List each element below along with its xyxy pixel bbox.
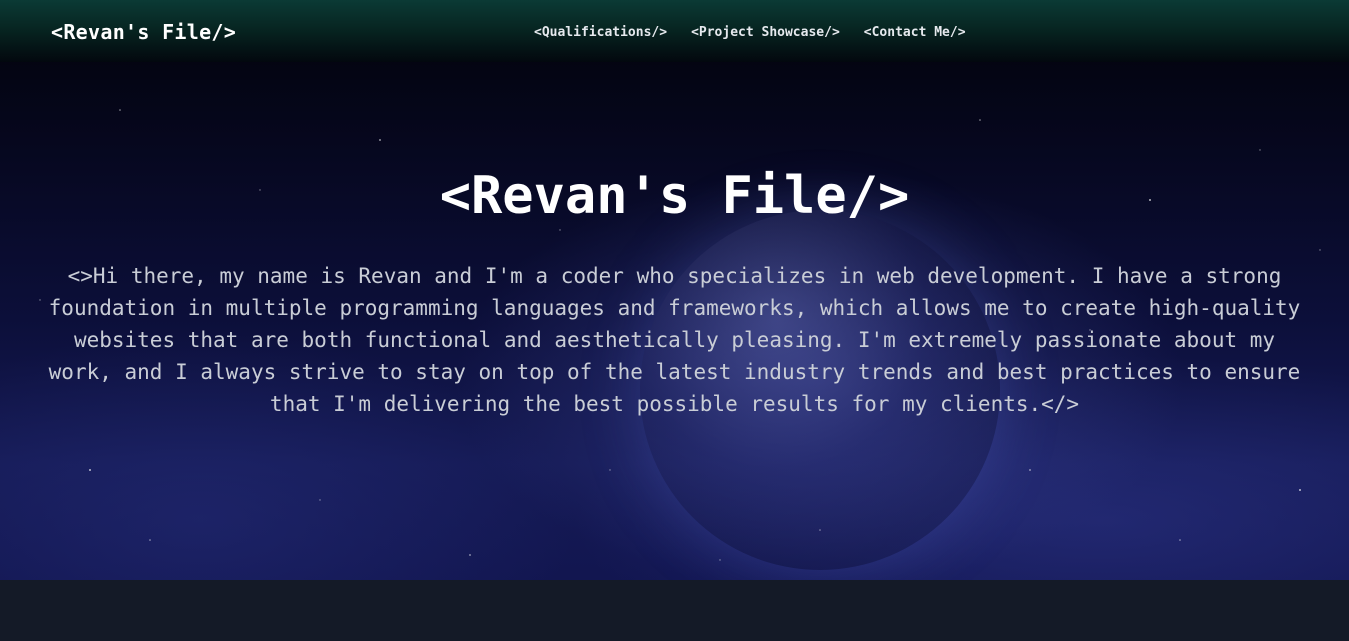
footer-band [0,580,1349,641]
page: <Revan's File/> <Qualifications/> <Proje… [0,0,1349,641]
brand-logo[interactable]: <Revan's File/> [51,20,236,44]
nav-links: <Qualifications/> <Project Showcase/> <C… [534,25,966,40]
hero-content: <Revan's File/> <>Hi there, my name is R… [0,160,1349,420]
hero-section: <Revan's File/> <Qualifications/> <Proje… [0,0,1349,580]
nav-link-contact-me[interactable]: <Contact Me/> [864,25,966,40]
nav-link-project-showcase[interactable]: <Project Showcase/> [691,25,840,40]
navbar: <Revan's File/> <Qualifications/> <Proje… [0,0,1349,62]
hero-intro: <>Hi there, my name is Revan and I'm a c… [48,264,1301,416]
nav-link-qualifications[interactable]: <Qualifications/> [534,25,667,40]
hero-title: <Revan's File/> [439,166,910,226]
